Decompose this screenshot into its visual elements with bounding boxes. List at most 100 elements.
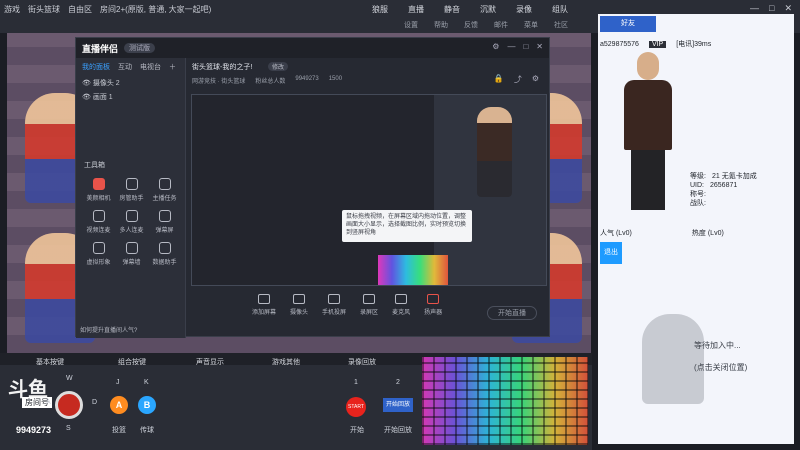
preview-canvas[interactable]: 鼠标拖拽视频，在屏幕区域内拖动位置，调整画面大小显示，选择截图比例，实时预览切换… bbox=[191, 94, 547, 286]
empty-slot-avatar[interactable] bbox=[642, 314, 704, 404]
record-area-button[interactable]: 录屏区 bbox=[360, 292, 378, 316]
close-icon[interactable]: ✕ bbox=[536, 42, 543, 51]
tool-video-link[interactable]: 视频连麦 bbox=[82, 210, 115, 234]
maximize-icon[interactable]: □ bbox=[523, 42, 528, 51]
room-title[interactable]: 街头篮球-我的之子! bbox=[192, 62, 252, 72]
scene-item[interactable]: 👁 摄像头 2 bbox=[76, 76, 185, 90]
tool-room-admin[interactable]: 房管助手 bbox=[115, 178, 148, 202]
start-live-button[interactable]: 开始直播 bbox=[487, 306, 537, 320]
tab-5[interactable]: 组队 bbox=[552, 4, 568, 15]
popularity-row: 人气 (Lv0) 热度 (Lv0) bbox=[600, 228, 792, 238]
close-slot-link[interactable]: (点击关闭位置) bbox=[694, 362, 747, 373]
player-stats: 等级: 21 无氪卡加成 UID: 2656871 称号: 战队: bbox=[690, 172, 757, 208]
wait-text: 等待加入中... bbox=[694, 341, 741, 350]
start-replay-icon: 开始回放 bbox=[383, 398, 413, 412]
key-2: 2 bbox=[396, 379, 400, 386]
exit-badge[interactable]: 退出 bbox=[600, 242, 622, 264]
popularity-label: 人气 (Lv0) bbox=[600, 230, 632, 237]
settings-icon[interactable]: ⚙ bbox=[532, 74, 539, 85]
avatar bbox=[608, 52, 688, 217]
tool-avatar[interactable]: 虚拟形象 bbox=[82, 242, 115, 266]
crumb-2[interactable]: 自由区 bbox=[68, 4, 92, 15]
tab-3[interactable]: 沉默 bbox=[480, 4, 496, 15]
key-j: J bbox=[116, 379, 120, 386]
edit-title-button[interactable]: 修改 bbox=[268, 62, 289, 71]
monitor-icon bbox=[258, 294, 270, 304]
key-a: A bbox=[46, 399, 51, 406]
minimize-icon[interactable]: — bbox=[507, 42, 515, 51]
chart-icon bbox=[158, 242, 171, 254]
minimize-icon[interactable]: — bbox=[750, 3, 759, 14]
tab-0[interactable]: 狼服 bbox=[372, 4, 388, 15]
joystick-icon bbox=[55, 391, 83, 419]
toolbox-title: 工具箱 bbox=[84, 162, 105, 169]
record-start-label: 开始 bbox=[350, 427, 364, 434]
key-1: 1 bbox=[354, 379, 358, 386]
breadcrumb: 游戏 街头篮球 自由区 房间2+(原版, 普通, 大家一起吧) bbox=[4, 4, 211, 15]
share-icon[interactable]: ⤴ bbox=[514, 74, 522, 85]
app-controls: ⚙ — □ ✕ bbox=[492, 42, 543, 51]
subtab-3[interactable]: 邮件 bbox=[494, 20, 508, 30]
speaker-button[interactable]: 扬声器 bbox=[424, 292, 442, 316]
gear-icon[interactable]: ⚙ bbox=[492, 42, 499, 51]
legend-sound: 声音显示 bbox=[196, 359, 224, 366]
crumb-3[interactable]: 房间2+(原版, 普通, 大家一起吧) bbox=[100, 4, 211, 15]
legend-replay: 录像回放 bbox=[348, 359, 376, 366]
tool-multi-link[interactable]: 多人连麦 bbox=[115, 210, 148, 234]
tab-4[interactable]: 录像 bbox=[516, 4, 532, 15]
lock-icon[interactable]: 🔒 bbox=[494, 74, 504, 85]
users-icon bbox=[125, 210, 138, 222]
subtab-5[interactable]: 社区 bbox=[554, 20, 568, 30]
player-sidebar: 好友 a529875576 VIP [电讯]39ms 等级: 21 无氪卡加成 U… bbox=[598, 14, 794, 444]
rgb-keyboard-image bbox=[422, 357, 588, 445]
ping-status: [电讯]39ms bbox=[676, 41, 712, 48]
tool-data[interactable]: 数据助手 bbox=[148, 242, 181, 266]
notice-link[interactable]: 如何提升直播间人气? bbox=[80, 325, 137, 334]
tab-tv[interactable]: 电视台 bbox=[140, 62, 161, 72]
tool-danmaku-wall[interactable]: 弹幕墙 bbox=[115, 242, 148, 266]
crumb-0[interactable]: 游戏 bbox=[4, 4, 20, 15]
fans-label: 粉丝总人数 bbox=[255, 79, 286, 85]
subtab-0[interactable]: 设置 bbox=[404, 20, 418, 30]
add-screen-button[interactable]: 添加屏幕 bbox=[252, 292, 276, 316]
tab-interact[interactable]: 互动 bbox=[118, 62, 132, 72]
legend-basic: 基本按键 bbox=[36, 359, 64, 366]
wall-icon bbox=[125, 242, 138, 254]
room-category: 网游竞技 · 街头篮球 bbox=[192, 79, 246, 85]
camera-icon bbox=[92, 178, 105, 190]
tool-tasks[interactable]: 主播任务 bbox=[148, 178, 181, 202]
close-icon[interactable]: ✕ bbox=[784, 3, 792, 14]
character-preview bbox=[477, 107, 512, 197]
subtab-4[interactable]: 菜单 bbox=[524, 20, 538, 30]
viewer-count: 1500 bbox=[328, 76, 343, 82]
subtab-1[interactable]: 帮助 bbox=[434, 20, 448, 30]
tab-1[interactable]: 直播 bbox=[408, 4, 424, 15]
screen-icon bbox=[158, 210, 171, 222]
tab-2[interactable]: 静音 bbox=[444, 4, 460, 15]
shoot-label: 投篮 bbox=[112, 427, 126, 434]
video-icon bbox=[92, 210, 105, 222]
start-record-icon: START bbox=[346, 397, 366, 417]
tab-my-panel[interactable]: 我的面板 bbox=[82, 62, 110, 72]
tab-friends[interactable]: 好友 bbox=[600, 16, 656, 32]
camera-button[interactable]: 摄像头 bbox=[290, 292, 308, 316]
app-logo: 直播伴侣 bbox=[82, 43, 119, 54]
camera-icon bbox=[293, 294, 306, 304]
maximize-icon[interactable]: □ bbox=[769, 3, 774, 14]
scene-item[interactable]: 👁 画面 1 bbox=[76, 90, 185, 104]
stream-view: 直播伴侣 测试版 ⚙ — □ ✕ 我的面板 互动 电视台 ＋ 👁 摄像头 2 👁… bbox=[7, 33, 591, 353]
subtab-2[interactable]: 反馈 bbox=[464, 20, 478, 30]
pass-label: 传球 bbox=[140, 427, 154, 434]
phone-cast-button[interactable]: 手机投屏 bbox=[322, 292, 346, 316]
add-icon[interactable]: ＋ bbox=[169, 62, 176, 72]
window-controls: — □ ✕ bbox=[750, 3, 792, 14]
key-k: K bbox=[144, 379, 149, 386]
stat-title: 称号: bbox=[690, 191, 706, 198]
tooltip: 鼠标拖拽视频，在屏幕区域内拖动位置，调整画面大小显示，选择截图比例，实时预览切换… bbox=[342, 210, 472, 242]
tool-danmaku-screen[interactable]: 弹幕屏 bbox=[148, 210, 181, 234]
mic-button[interactable]: 麦克风 bbox=[392, 292, 410, 316]
crumb-1[interactable]: 街头篮球 bbox=[28, 4, 60, 15]
tool-beauty-camera[interactable]: 美颜相机 bbox=[82, 178, 115, 202]
app-header: 直播伴侣 测试版 ⚙ — □ ✕ bbox=[76, 38, 549, 58]
button-a: A bbox=[110, 396, 128, 414]
